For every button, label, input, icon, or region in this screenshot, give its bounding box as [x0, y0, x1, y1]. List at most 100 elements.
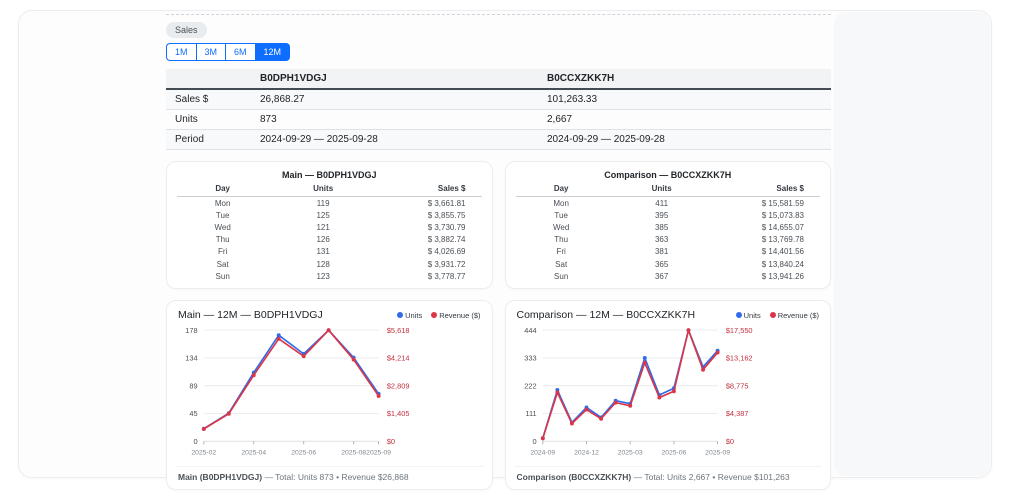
left-axis-tick: 134	[185, 354, 197, 363]
legend-item: Revenue ($)	[769, 311, 819, 320]
x-axis-tick: 2025-04	[241, 450, 266, 457]
chart-legend: Units Revenue ($)	[735, 310, 819, 320]
legend-label: Units	[405, 310, 423, 320]
day-row: Fri 131 $ 4,026.69	[177, 246, 482, 258]
sales-cell: $ 13,840.24	[761, 259, 804, 269]
chart-card: Comparison — 12M — B0CCXZKK7H Units Revenu…	[504, 300, 831, 491]
sales-cell: $ 13,941.26	[761, 271, 804, 281]
summary-column-header	[166, 69, 251, 90]
summary-cell: 873	[260, 114, 277, 125]
summary-column-header: B0CCXZKK7H	[538, 69, 831, 90]
day-column-header: Units	[268, 182, 378, 197]
sales-cell: $ 4,026.69	[427, 247, 466, 257]
summary-header-row: B0DPH1VDGJ B0CCXZKK7H	[166, 69, 831, 90]
day-row: Wed 121 $ 3,730.79	[177, 221, 482, 233]
day-column-header: Sales $	[377, 182, 482, 197]
units-cell: 381	[654, 247, 669, 257]
summary-row-label: Units	[175, 114, 198, 125]
sales-cell: $ 3,730.79	[427, 222, 466, 232]
day-row: Tue 125 $ 3,855.75	[177, 209, 482, 221]
day-row: Fri 381 $ 14,401.56	[516, 246, 821, 258]
right-axis-tick: $0	[725, 437, 733, 446]
legend-label: Revenue ($)	[439, 310, 481, 320]
legend-item: Units	[397, 311, 422, 320]
units-cell: 385	[654, 222, 669, 232]
summary-cell: 101,263.33	[547, 94, 598, 105]
revenue-series	[540, 328, 720, 441]
legend-item: Revenue ($)	[431, 310, 481, 320]
legend-item: Units	[735, 310, 761, 320]
x-axis-tick: 2025-09	[705, 450, 730, 457]
chart-footer-name: Main (B0DPH1VDGJ)	[178, 472, 263, 483]
left-axis-tick: 0	[194, 437, 198, 446]
day-cell: Thu	[215, 235, 230, 245]
legend-dot-icon	[769, 312, 776, 319]
day-cell: Tue	[554, 210, 568, 220]
range-button-12m[interactable]: 12M	[254, 43, 291, 61]
units-cell: 395	[654, 210, 669, 220]
left-axis-tick: 0	[532, 437, 536, 446]
sales-cell: $ 3,931.72	[427, 259, 466, 269]
units-cell: 131	[316, 247, 330, 257]
day-row: Thu 363 $ 13,769.78	[516, 234, 821, 246]
chart-footer-name: Comparison (B0CCXZKK7H)	[516, 472, 632, 483]
range-button-6m[interactable]: 6M	[225, 43, 255, 61]
x-axis-tick: 2025-02	[191, 450, 216, 457]
right-axis-tick: $5,618	[387, 326, 410, 335]
legend-dot-icon	[397, 312, 404, 319]
units-cell: 126	[316, 235, 330, 245]
chart-footer: Comparison (B0CCXZKK7H) — Total: Units 2…	[513, 466, 822, 484]
day-cell: Sun	[215, 271, 230, 281]
left-axis-tick: 222	[524, 382, 536, 391]
x-axis-tick: 2025-06	[291, 450, 316, 457]
units-series	[540, 328, 720, 441]
day-cell: Wed	[214, 222, 231, 232]
sales-cell: $ 14,401.56	[761, 247, 804, 257]
sales-cell: $ 15,073.83	[761, 210, 804, 220]
day-tables-row: Main — B0DPH1VDGJ Day Units Sales $ Mon 119 $ …	[166, 161, 831, 290]
sales-section: Sales 1M 3M 6M 12M B0DPH1VDGJ B0CCXZKK7H Sal…	[166, 14, 831, 491]
sales-cell: $ 15,581.59	[761, 198, 804, 208]
legend-label: Units	[743, 310, 761, 320]
chart-header: Comparison — 12M — B0CCXZKK7H Units Revenu…	[514, 309, 823, 321]
chart-footer-totals: — Total: Units 873 • Revenue $26,868	[262, 472, 409, 483]
day-cell: Sat	[555, 259, 568, 269]
summary-cell: 26,868.27	[260, 94, 305, 105]
x-axis-tick: 2025-09	[366, 450, 391, 457]
x-axis-tick: 2024-12	[574, 450, 599, 457]
line-chart: 0 $0 45 $1,405 89 $2,809 134 $4,214 178 $5,618 202…	[185, 326, 410, 457]
legend-dot-icon	[431, 312, 438, 319]
right-axis-tick: $8,775	[725, 382, 748, 391]
x-axis-tick: 2025-03	[617, 450, 642, 457]
summary-row-label: Sales $	[175, 94, 209, 105]
day-column-header: Day	[177, 182, 269, 197]
sales-cell: $ 13,769.78	[761, 235, 804, 245]
sales-tab-badge[interactable]: Sales	[166, 22, 207, 38]
left-axis-tick: 178	[185, 326, 197, 335]
day-row: Wed 385 $ 14,655.07	[516, 221, 821, 233]
sales-cell: $ 3,661.81	[427, 198, 466, 208]
day-column-header: Units	[606, 182, 717, 197]
summary-column-header: B0DPH1VDGJ	[251, 69, 538, 90]
day-cell: Fri	[218, 247, 228, 257]
right-axis-tick: $2,809	[387, 382, 410, 391]
chart-footer-totals: — Total: Units 2,667 • Revenue $101,263	[631, 472, 790, 483]
day-row: Thu 126 $ 3,882.74	[177, 234, 482, 246]
day-column-header: Sales $	[716, 182, 820, 197]
left-axis-tick: 333	[524, 354, 536, 363]
summary-row: Sales $ 26,868.27 101,263.33	[166, 89, 831, 110]
day-table: Day Units Sales $ Mon 119 $ 3,661.81 Tue 125 $ 3…	[177, 182, 482, 282]
range-button-1m[interactable]: 1M	[166, 43, 196, 61]
range-button-3m[interactable]: 3M	[195, 43, 226, 61]
left-axis-tick: 45	[189, 409, 197, 418]
dashboard-card: Sales 1M 3M 6M 12M B0DPH1VDGJ B0CCXZKK7H Sal…	[18, 10, 992, 491]
right-axis-tick: $13,162	[725, 354, 752, 363]
units-cell: 411	[655, 198, 669, 208]
sales-cell: $ 14,655.07	[761, 222, 804, 232]
day-table-title: Comparison — B0CCXZKK7H	[604, 170, 732, 180]
tab-badge-row: Sales	[166, 20, 831, 42]
chart-footer: Main (B0DPH1VDGJ) — Total: Units 873 • R…	[175, 466, 484, 484]
units-cell: 367	[654, 271, 669, 281]
day-row: Mon 119 $ 3,661.81	[177, 197, 482, 210]
units-cell: 128	[316, 259, 330, 269]
